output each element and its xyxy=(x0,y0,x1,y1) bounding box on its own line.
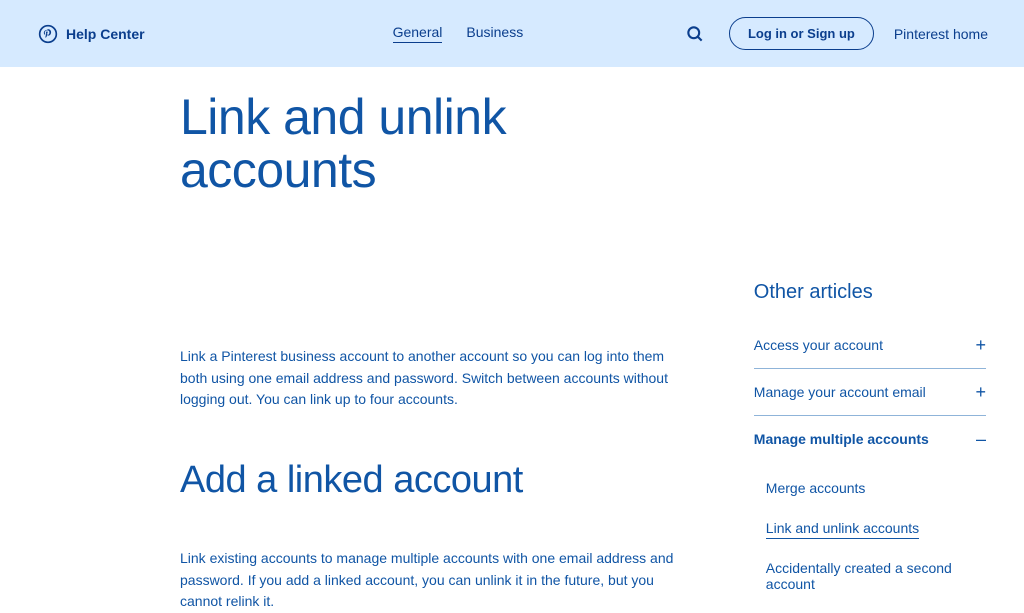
subitem-label: Merge accounts xyxy=(766,480,866,496)
subitem-label: Accidentally created a second account xyxy=(766,560,952,592)
top-bar: Help Center General Business Log in or S… xyxy=(0,0,1024,67)
plus-icon: + xyxy=(975,383,986,401)
other-articles-sidebar: Other articles Access your account + Man… xyxy=(754,281,986,604)
sidebar-item-manage-email[interactable]: Manage your account email + xyxy=(754,369,986,416)
sidebar-sublist: Merge accounts Link and unlink accounts … xyxy=(754,462,986,604)
pinterest-icon xyxy=(38,24,58,44)
tab-business[interactable]: Business xyxy=(466,24,523,43)
brand[interactable]: Help Center xyxy=(38,24,145,44)
header-tabs: General Business xyxy=(393,24,524,43)
subitem-accidental-second[interactable]: Accidentally created a second account xyxy=(766,548,986,604)
subitem-label: Link and unlink accounts xyxy=(766,520,919,539)
sidebar-title: Other articles xyxy=(754,281,986,304)
pinterest-home-link[interactable]: Pinterest home xyxy=(894,26,988,42)
search-icon[interactable] xyxy=(685,24,705,44)
article-content: Link and unlink accounts Link a Pinteres… xyxy=(180,91,694,613)
section-body: Link existing accounts to manage multipl… xyxy=(180,548,694,613)
sidebar-item-label: Access your account xyxy=(754,337,883,353)
sidebar-item-label: Manage your account email xyxy=(754,384,926,400)
sidebar-item-manage-multiple[interactable]: Manage multiple accounts – xyxy=(754,416,986,462)
main-area: Link and unlink accounts Link a Pinteres… xyxy=(0,67,1024,613)
brand-label: Help Center xyxy=(66,26,145,42)
subitem-merge-accounts[interactable]: Merge accounts xyxy=(766,468,986,508)
sidebar-item-access-account[interactable]: Access your account + xyxy=(754,322,986,369)
plus-icon: + xyxy=(975,336,986,354)
section-heading: Add a linked account xyxy=(180,459,694,502)
subitem-link-unlink[interactable]: Link and unlink accounts xyxy=(766,508,986,548)
login-signup-button[interactable]: Log in or Sign up xyxy=(729,17,874,50)
page-title: Link and unlink accounts xyxy=(180,91,694,196)
sidebar-item-label: Manage multiple accounts xyxy=(754,431,929,447)
minus-icon: – xyxy=(976,430,986,448)
tab-general[interactable]: General xyxy=(393,24,443,43)
intro-paragraph: Link a Pinterest business account to ano… xyxy=(180,346,694,411)
